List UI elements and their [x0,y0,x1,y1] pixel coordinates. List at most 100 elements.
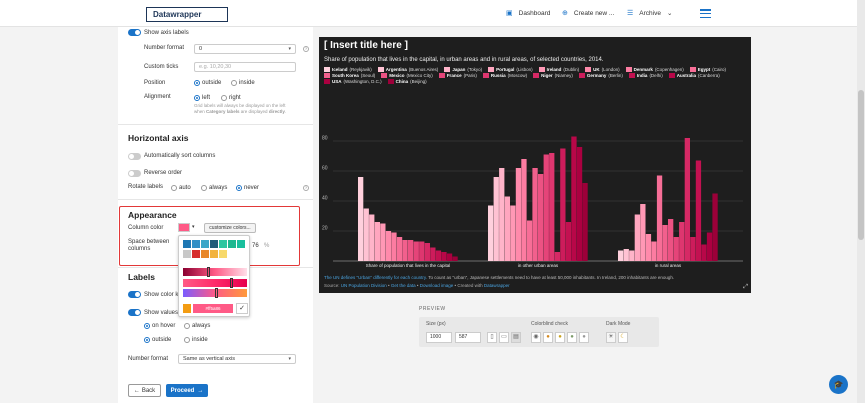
protanopia-icon[interactable]: ● [555,332,565,343]
mobile-icon[interactable]: ▯ [487,332,497,343]
chart-bar[interactable] [430,247,436,262]
rotate-never-radio[interactable] [236,185,242,191]
download-image-link[interactable]: Download image [420,283,454,288]
chart-bar[interactable] [684,138,690,261]
show-axis-labels-toggle[interactable] [128,29,141,36]
palette-swatch[interactable] [219,240,227,248]
show-color-key-toggle[interactable] [128,291,141,298]
hex-color-input[interactable]: #ff5a86 [193,304,233,313]
deuteranopia-icon[interactable]: ● [543,332,553,343]
alignment-right-radio[interactable] [221,95,227,101]
saturation-handle[interactable] [230,278,233,288]
chart-bar[interactable] [634,214,640,262]
chart-bar[interactable] [391,232,397,262]
palette-swatch[interactable] [201,250,209,258]
position-inside-radio[interactable] [231,80,237,86]
chart-bar[interactable] [493,177,499,261]
get-data-link[interactable]: Get the data [391,283,416,288]
show-values-toggle[interactable] [128,309,141,316]
chart-bar[interactable] [488,205,494,262]
number-format-select[interactable]: 0 ▾ [194,44,296,54]
chart-bar[interactable] [402,240,408,261]
moon-icon[interactable]: ☾ [618,332,628,343]
palette-swatch[interactable] [219,250,227,258]
chart-bar[interactable] [668,219,674,261]
chart-bar[interactable] [576,147,583,261]
custom-ticks-input[interactable]: e.g. 10,20,30 [194,62,296,72]
chart-bar[interactable] [656,175,663,262]
chart-bar[interactable] [662,225,668,261]
chart-bar[interactable] [408,240,414,261]
values-on-hover-radio[interactable] [144,323,150,329]
chart-bar[interactable] [582,183,588,261]
desktop-icon[interactable]: ▤ [511,332,521,343]
chart-bar[interactable] [554,252,560,261]
chart-bar[interactable] [651,241,657,262]
source-link[interactable]: UN Population Division [341,283,387,288]
rotate-always-radio[interactable] [201,185,207,191]
chart-bar[interactable] [712,193,718,262]
nav-create-new[interactable]: ⊕ Create new ... [562,9,614,18]
color-picker-popover[interactable]: #ff5a86 ✓ [178,235,250,317]
values-outside-radio[interactable] [144,337,150,343]
tablet-icon[interactable]: ▭ [499,332,509,343]
height-input[interactable]: 587 [455,332,481,343]
chart-bar[interactable] [679,222,685,261]
help-chat-icon[interactable]: 🎓 [829,375,848,394]
chart-bar[interactable] [413,241,419,262]
chart-bar[interactable] [363,208,369,262]
width-input[interactable]: 1000 [426,332,452,343]
hue-handle[interactable] [215,288,218,298]
chart-bar[interactable] [441,252,447,261]
chart-bar[interactable] [499,168,505,261]
saturation-slider[interactable] [183,279,247,287]
chart-bar[interactable] [645,234,652,261]
palette-swatch[interactable] [192,240,200,248]
lightness-handle[interactable] [207,267,210,277]
tritanopia-icon[interactable]: ● [567,332,577,343]
chart-bar[interactable] [532,168,538,261]
chart-bar[interactable] [374,222,380,261]
chart-note-link[interactable]: The UN defines "Urban" differently for e… [324,275,427,280]
chart-title[interactable]: [ Insert title here ] [324,40,408,51]
palette-swatch[interactable] [210,240,218,248]
reverse-order-toggle[interactable] [128,170,141,177]
nav-dashboard[interactable]: ▣ Dashboard [506,9,550,18]
chart-bar[interactable] [673,237,679,261]
chart-bar[interactable] [640,204,646,261]
grayscale-icon[interactable]: ● [579,332,589,343]
chart-bar[interactable] [452,256,458,262]
chart-bar[interactable] [690,237,696,261]
chart-bar[interactable] [549,153,555,261]
position-outside-radio[interactable] [194,80,200,86]
chart-bar[interactable] [543,154,549,262]
back-button[interactable]: ← Back [128,384,161,397]
datawrapper-link[interactable]: Datawrapper [484,283,510,288]
palette-swatch[interactable] [237,240,245,248]
palette-swatch[interactable] [201,240,209,248]
auto-sort-toggle[interactable] [128,153,141,160]
values-inside-radio[interactable] [184,337,190,343]
number-format-select-2[interactable]: Same as vertical axis ▾ [178,354,296,364]
eye-icon[interactable]: ◉ [531,332,541,343]
chart-bar[interactable] [629,250,635,262]
chart-bar[interactable] [396,237,403,261]
scrollbar-thumb[interactable] [858,90,864,240]
chart-bar[interactable] [538,174,544,261]
chart-bar[interactable] [435,250,442,262]
help-icon[interactable]: ? [303,46,309,52]
chart-bar[interactable] [380,223,386,262]
sun-icon[interactable]: ☀ [606,332,616,343]
chart-bar[interactable] [515,168,522,261]
values-always-radio[interactable] [184,323,190,329]
chart-bar[interactable] [695,160,702,262]
proceed-button[interactable]: Proceed → [166,384,208,397]
chart-bar[interactable] [706,232,713,262]
hamburger-menu-icon[interactable] [700,9,711,18]
lightness-slider[interactable] [183,268,247,276]
scrollbar[interactable] [857,0,865,403]
palette-swatch[interactable] [192,250,200,258]
chart-bar[interactable] [623,249,629,261]
chart-bar[interactable] [560,148,566,262]
rotate-auto-radio[interactable] [171,185,177,191]
